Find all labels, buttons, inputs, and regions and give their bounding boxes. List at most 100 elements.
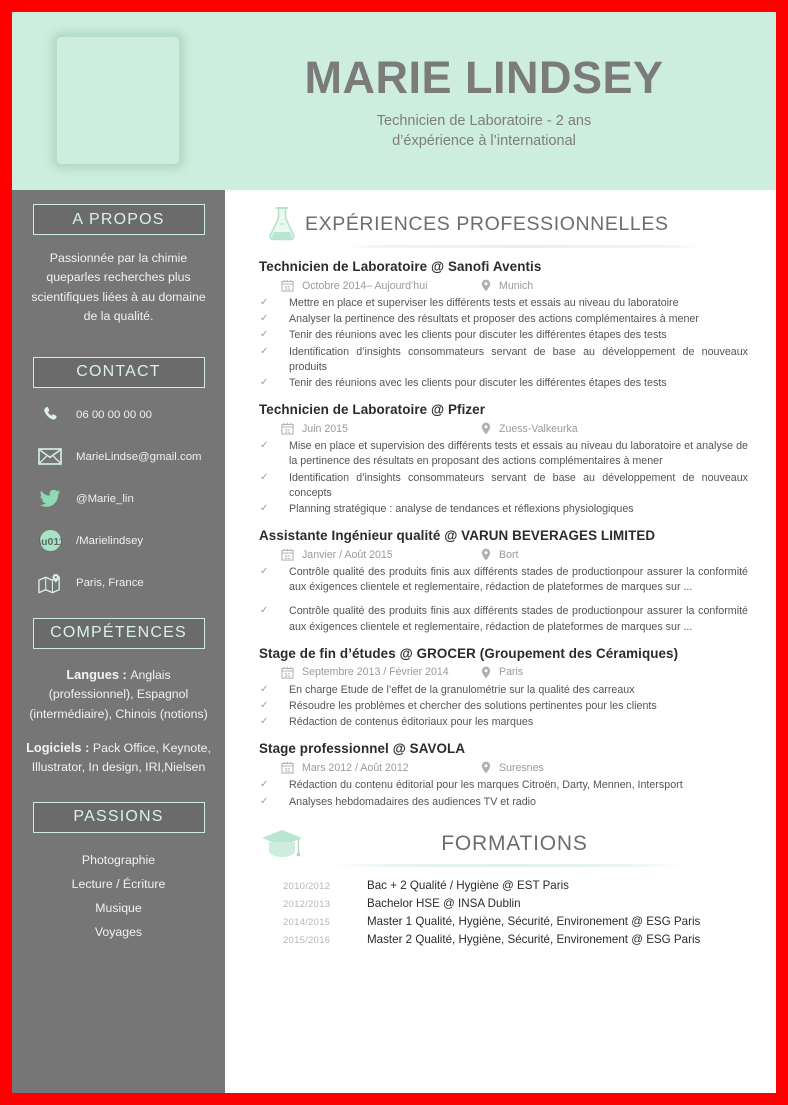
calendar-icon: 31 <box>281 761 294 774</box>
calendar-icon: 31 <box>281 666 294 679</box>
bullet-text: Identification d’insights consommateurs … <box>289 345 748 373</box>
twitter-icon <box>36 486 64 512</box>
bullet-item: ✓ Analyser la pertinence des résultats et… <box>259 312 754 327</box>
formation-year: 2014/2015 <box>283 916 331 928</box>
envelope-icon <box>36 444 64 470</box>
job-bullets: ✓ Mettre en place et superviser les diffé… <box>259 296 754 391</box>
bullet-item: ✓ Planning stratégique : analyse de tenda… <box>259 502 754 517</box>
job-location-text: Suresnes <box>499 761 544 774</box>
flask-icon <box>259 206 305 242</box>
contact-value-phone: 06 00 00 00 00 <box>76 408 153 421</box>
sidebar: A PROPOS Passionnée par la chimie quepar… <box>12 190 225 1093</box>
contact-value-behance: /Marielindsey <box>76 534 144 547</box>
check-icon: ✓ <box>260 566 269 578</box>
list-item: Lecture / Écriture <box>71 876 166 891</box>
job-date: 31 Juin 2015 <box>281 422 481 435</box>
experience-entry: Technicien de Laboratoire @ Pfizer 31 Ju… <box>259 402 754 517</box>
contact-item-email[interactable]: MarieLindse@gmail.com <box>36 444 225 470</box>
bullet-item: ✓ Identification d’insights consommateurs… <box>259 471 754 501</box>
job-meta: 31 Juin 2015 Zuess-Valkeurka <box>281 422 754 435</box>
job-location: Suresnes <box>481 761 544 774</box>
competences-logiciels: Logiciels : Pack Office, Keynote, Illust… <box>26 738 211 778</box>
job-meta: 31 Septembre 2013 / Février 2014 Paris <box>281 666 754 679</box>
contact-value-email: MarieLindse@gmail.com <box>76 450 202 463</box>
job-location-text: Paris <box>499 666 524 679</box>
contact-item-location[interactable]: Paris, France <box>36 570 225 596</box>
contact-item-phone[interactable]: 06 00 00 00 00 <box>36 402 225 428</box>
formation-row: 2015/2016 Master 2 Qualité, Hygiène, Séc… <box>283 933 754 946</box>
experience-entry: Assistante Ingénieur qualité @ VARUN BEV… <box>259 528 754 635</box>
divider <box>333 863 683 867</box>
bullet-text: Contrôle qualité des produits finis aux … <box>289 566 748 594</box>
svg-text:31: 31 <box>285 555 291 561</box>
bullet-text: Résoudre les problèmes et chercher des s… <box>289 700 657 712</box>
map-pin-icon <box>36 570 64 596</box>
graduation-cap-icon <box>259 826 305 862</box>
formation-label: Bac + 2 Qualité / Hygiène @ EST Paris <box>367 878 569 892</box>
check-icon: ✓ <box>260 345 269 357</box>
check-icon: ✓ <box>260 329 269 341</box>
formations-section-title: FORMATIONS <box>441 831 588 855</box>
bullet-text: Mise en place et supervision des différe… <box>289 440 748 468</box>
job-location-text: Zuess-Valkeurka <box>499 422 578 435</box>
formation-label: Master 2 Qualité, Hygiène, Sécurité, Env… <box>367 932 701 946</box>
list-item: Voyages <box>94 924 143 939</box>
formation-year: 2012/2013 <box>283 898 331 910</box>
job-location: Zuess-Valkeurka <box>481 422 578 435</box>
bullet-item: ✓ Résoudre les problèmes et chercher des … <box>259 699 754 714</box>
bullet-item: ✓ Analyses hebdomadaires des audiences TV… <box>259 795 754 810</box>
svg-text:31: 31 <box>285 429 291 435</box>
check-icon: ✓ <box>260 779 269 791</box>
bullet-item: ✓ Tenir des réunions avec les clients pou… <box>259 376 754 391</box>
bullet-text: Mettre en place et superviser les différ… <box>289 297 679 309</box>
list-item: Photographie <box>81 852 156 867</box>
job-meta: 31 Mars 2012 / Août 2012 Suresnes <box>281 761 754 774</box>
job-meta: 31 Janvier / Août 2015 Bort <box>281 548 754 561</box>
passions-list: Photographie Lecture / Écriture Musique … <box>12 849 225 945</box>
phone-icon <box>36 402 64 428</box>
job-title: Stage professionnel @ SAVOLA <box>259 741 466 757</box>
location-pin-icon <box>481 279 491 292</box>
job-date-text: Juin 2015 <box>302 422 348 435</box>
tagline-line-1: Technicien de Laboratoire - 2 ans <box>376 112 592 129</box>
location-pin-icon <box>481 422 491 435</box>
bullet-text: En charge Etude de l’effet de la granulo… <box>289 683 635 696</box>
contact-item-twitter[interactable]: @Marie_lin <box>36 486 225 512</box>
bullet-text: Tenir des réunions avec les clients pour… <box>289 376 667 389</box>
experience-section-title: EXPÉRIENCES PROFESSIONNELLES <box>305 212 669 235</box>
resume-page: MARIE LINDSEY Technicien de Laboratoire … <box>12 12 776 1093</box>
formation-row: 2010/2012 Bac + 2 Qualité / Hygiène @ ES… <box>283 879 754 892</box>
job-bullets: ✓ En charge Etude de l’effet de la granul… <box>259 683 754 731</box>
bullet-text: Contrôle qualité des produits finis aux … <box>289 605 748 633</box>
check-icon: ✓ <box>260 376 269 388</box>
formation-row: 2014/2015 Master 1 Qualité, Hygiène, Séc… <box>283 915 754 928</box>
list-item: Musique <box>95 900 142 915</box>
main-content: EXPÉRIENCES PROFESSIONNELLES Technicien … <box>225 190 776 1093</box>
check-icon: ✓ <box>260 297 269 308</box>
check-icon: ✓ <box>260 502 269 514</box>
formation-year: 2015/2016 <box>283 934 331 946</box>
job-bullets: ✓ Mise en place et supervision des différ… <box>259 439 754 517</box>
bullet-text: Tenir des réunions avec les clients pour… <box>289 329 667 342</box>
bullet-text: Rédaction du contenu éditorial pour les … <box>289 779 683 792</box>
job-title: Technicien de Laboratoire @ Pfizer <box>259 402 486 418</box>
job-title: Assistante Ingénieur qualité @ VARUN BEV… <box>259 528 656 544</box>
formation-row: 2012/2013 Bachelor HSE @ INSA Dublin <box>283 897 754 910</box>
job-date-text: Octobre 2014– Aujourd’hui <box>302 279 428 292</box>
experience-entry: Stage de fin d’études @ GROCER (Groupeme… <box>259 646 754 731</box>
tagline-line-2: d’éxpérience à l’international <box>392 133 576 150</box>
bullet-item: ✓ Mettre en place et superviser les diffé… <box>259 296 754 311</box>
bullet-item: ✓ Identification d’insights consommateurs… <box>259 345 754 375</box>
calendar-icon: 31 <box>281 279 294 292</box>
bullet-item: ✓ Rédaction du contenu éditorial pour les… <box>259 778 754 793</box>
svg-text:31: 31 <box>285 673 291 679</box>
svg-text:31: 31 <box>285 768 291 774</box>
svg-text:B\u0113: B\u0113 <box>39 536 62 548</box>
competences-body: Langues : Anglais (professionnel), Espag… <box>12 665 225 778</box>
location-pin-icon <box>481 666 491 679</box>
sidebar-heading-contact: CONTACT <box>32 356 205 388</box>
bullet-item: ✓ Rédaction de contenus éditoriaux pour l… <box>259 715 754 730</box>
job-location: Paris <box>481 666 523 679</box>
contact-item-behance[interactable]: B\u0113 /Marielindsey <box>36 528 225 554</box>
formation-label: Bachelor HSE @ INSA Dublin <box>367 896 521 910</box>
